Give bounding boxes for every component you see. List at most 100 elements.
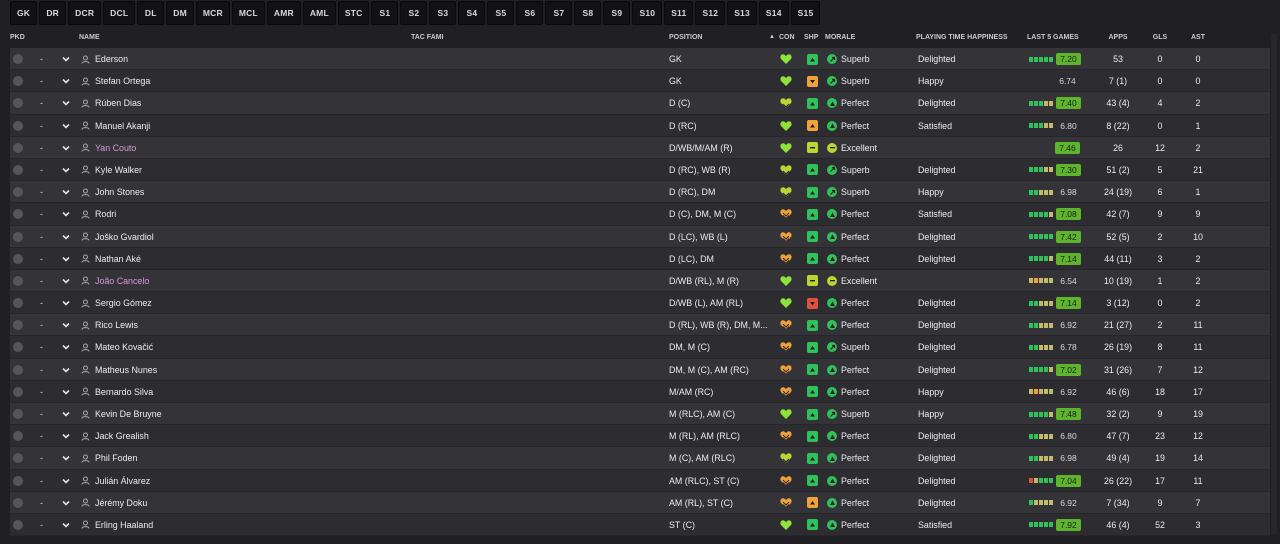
table-row[interactable]: - Joško Gvardiol D (LC), WB (L) Perfect Deli… bbox=[10, 225, 1270, 248]
picked-checkbox[interactable] bbox=[13, 431, 23, 442]
chevron-down-icon[interactable] bbox=[60, 519, 72, 531]
picked-checkbox[interactable] bbox=[13, 164, 23, 175]
position-filter-dcr[interactable]: DCR bbox=[68, 1, 102, 25]
player-name[interactable]: Phil Foden bbox=[95, 453, 137, 463]
table-row[interactable]: - Jack Grealish M (RL), AM (RLC) Perfect Del… bbox=[10, 425, 1270, 448]
picked-checkbox[interactable] bbox=[13, 120, 23, 131]
player-name[interactable]: Matheus Nunes bbox=[95, 365, 157, 375]
position-filter-s12[interactable]: S12 bbox=[695, 1, 726, 25]
position-filter-s3[interactable]: S3 bbox=[429, 1, 457, 25]
player-name[interactable]: Yan Couto bbox=[95, 143, 136, 153]
position-filter-gk[interactable]: GK bbox=[10, 1, 38, 25]
position-filter-s7[interactable]: S7 bbox=[545, 1, 573, 25]
table-row[interactable]: - Ederson GK Superb Delighted 7.20 53 0 0 bbox=[10, 48, 1270, 71]
picked-checkbox[interactable] bbox=[13, 142, 23, 153]
picked-checkbox[interactable] bbox=[13, 76, 23, 87]
col-pkd[interactable]: PKD bbox=[10, 34, 25, 41]
col-morale[interactable]: MORALE bbox=[825, 34, 855, 41]
picked-checkbox[interactable] bbox=[13, 342, 23, 353]
player-name[interactable]: Rico Lewis bbox=[95, 320, 138, 330]
position-filter-mcl[interactable]: MCL bbox=[231, 1, 265, 25]
table-row[interactable]: - Mateo Kovačić DM, M (C) Superb Delighted 6.… bbox=[10, 336, 1270, 359]
chevron-down-icon[interactable] bbox=[60, 319, 72, 331]
position-filter-dl[interactable]: DL bbox=[137, 1, 165, 25]
player-name[interactable]: Ederson bbox=[95, 54, 128, 64]
player-name[interactable]: Rúben Dias bbox=[95, 98, 141, 108]
chevron-down-icon[interactable] bbox=[60, 231, 72, 243]
position-filter-s10[interactable]: S10 bbox=[632, 1, 663, 25]
picked-checkbox[interactable] bbox=[13, 386, 23, 397]
picked-checkbox[interactable] bbox=[13, 320, 23, 331]
chevron-down-icon[interactable] bbox=[60, 53, 72, 65]
col-happiness[interactable]: PLAYING TIME HAPPINESS bbox=[916, 34, 1008, 41]
chevron-down-icon[interactable] bbox=[60, 408, 72, 420]
chevron-down-icon[interactable] bbox=[60, 253, 72, 265]
position-filter-s13[interactable]: S13 bbox=[727, 1, 757, 25]
chevron-down-icon[interactable] bbox=[60, 120, 72, 132]
player-name[interactable]: Erling Haaland bbox=[95, 520, 153, 530]
position-filter-s4[interactable]: S4 bbox=[458, 1, 486, 25]
table-row[interactable]: - Rúben Dias D (C) Perfect Delighted 7.40 43 (… bbox=[10, 92, 1270, 115]
col-name[interactable]: NAME bbox=[79, 34, 100, 41]
table-row[interactable]: - João Cancelo D/WB (RL), M (R) Excellent 6.… bbox=[10, 269, 1270, 293]
position-filter-s9[interactable]: S9 bbox=[603, 1, 631, 25]
picked-checkbox[interactable] bbox=[13, 253, 23, 264]
player-name[interactable]: Bernardo Silva bbox=[95, 387, 153, 397]
player-name[interactable]: Sergio Gómez bbox=[95, 298, 152, 308]
col-last5[interactable]: LAST 5 GAMES bbox=[1027, 34, 1079, 41]
player-name[interactable]: Stefan Ortega bbox=[95, 76, 150, 86]
player-name[interactable]: João Cancelo bbox=[95, 276, 149, 286]
chevron-down-icon[interactable] bbox=[60, 452, 72, 464]
player-name[interactable]: Kevin De Bruyne bbox=[95, 409, 162, 419]
position-filter-s14[interactable]: S14 bbox=[758, 1, 789, 25]
table-row[interactable]: - Kyle Walker D (RC), WB (R) Superb Delighte… bbox=[10, 158, 1270, 182]
table-row[interactable]: - Nathan Aké D (LC), DM Perfect Delighted 7.1… bbox=[10, 247, 1270, 271]
table-row[interactable]: - John Stones D (RC), DM Superb Happy 6.98 24 … bbox=[10, 181, 1270, 204]
scrollbar[interactable] bbox=[1271, 34, 1277, 534]
picked-checkbox[interactable] bbox=[13, 497, 23, 508]
position-filter-s6[interactable]: S6 bbox=[516, 1, 544, 25]
player-name[interactable]: Joško Gvardiol bbox=[95, 232, 154, 242]
picked-checkbox[interactable] bbox=[13, 275, 23, 286]
chevron-down-icon[interactable] bbox=[60, 97, 72, 109]
position-filter-s2[interactable]: S2 bbox=[400, 1, 428, 25]
chevron-down-icon[interactable] bbox=[60, 430, 72, 442]
position-filter-s11[interactable]: S11 bbox=[664, 1, 694, 25]
picked-checkbox[interactable] bbox=[13, 475, 23, 486]
picked-checkbox[interactable] bbox=[13, 519, 23, 530]
chevron-down-icon[interactable] bbox=[60, 186, 72, 198]
position-filter-mcr[interactable]: MCR bbox=[195, 1, 230, 25]
chevron-down-icon[interactable] bbox=[60, 208, 72, 220]
picked-checkbox[interactable] bbox=[13, 54, 23, 64]
table-row[interactable]: - Julián Álvarez AM (RLC), ST (C) Perfect De… bbox=[10, 469, 1270, 492]
player-name[interactable]: Rodri bbox=[95, 209, 116, 219]
position-filter-s5[interactable]: S5 bbox=[487, 1, 515, 25]
chevron-down-icon[interactable] bbox=[60, 497, 72, 509]
picked-checkbox[interactable] bbox=[13, 364, 23, 375]
table-row[interactable]: - Sergio Gómez D/WB (L), AM (RL) Perfect Del… bbox=[10, 292, 1270, 315]
chevron-down-icon[interactable] bbox=[60, 475, 72, 487]
table-row[interactable]: - Bernardo Silva M/AM (RC) Perfect Happy 6.92… bbox=[10, 380, 1270, 404]
table-row[interactable]: - Yan Couto D/WB/M/AM (R) Excellent 7.46 26 12… bbox=[10, 136, 1270, 160]
chevron-down-icon[interactable] bbox=[60, 275, 72, 287]
position-filter-s8[interactable]: S8 bbox=[574, 1, 602, 25]
col-ast[interactable]: AST bbox=[1191, 34, 1205, 41]
picked-checkbox[interactable] bbox=[13, 453, 23, 464]
player-name[interactable]: Jérémy Doku bbox=[95, 498, 147, 508]
col-position[interactable]: POSITION bbox=[669, 34, 702, 41]
chevron-down-icon[interactable] bbox=[60, 297, 72, 309]
position-filter-stc[interactable]: STC bbox=[337, 1, 370, 25]
table-row[interactable]: - Matheus Nunes DM, M (C), AM (RC) Perfect D… bbox=[10, 358, 1270, 382]
picked-checkbox[interactable] bbox=[13, 298, 23, 309]
picked-checkbox[interactable] bbox=[13, 187, 23, 198]
table-row[interactable]: - Stefan Ortega GK Superb Happy 6.74 7 (1) 0 0 bbox=[10, 70, 1270, 93]
chevron-down-icon[interactable] bbox=[60, 364, 72, 376]
position-filter-dm[interactable]: DM bbox=[166, 1, 194, 25]
table-row[interactable]: - Jérémy Doku AM (RL), ST (C) Perfect Deligh… bbox=[10, 491, 1270, 515]
player-name[interactable]: Manuel Akanji bbox=[95, 121, 150, 131]
col-con[interactable]: CON bbox=[779, 34, 795, 41]
chevron-down-icon[interactable] bbox=[60, 341, 72, 353]
col-gls[interactable]: GLS bbox=[1153, 34, 1167, 41]
table-row[interactable]: - Rodri D (C), DM, M (C) Perfect Satisfied 7.… bbox=[10, 203, 1270, 226]
chevron-down-icon[interactable] bbox=[60, 164, 72, 176]
